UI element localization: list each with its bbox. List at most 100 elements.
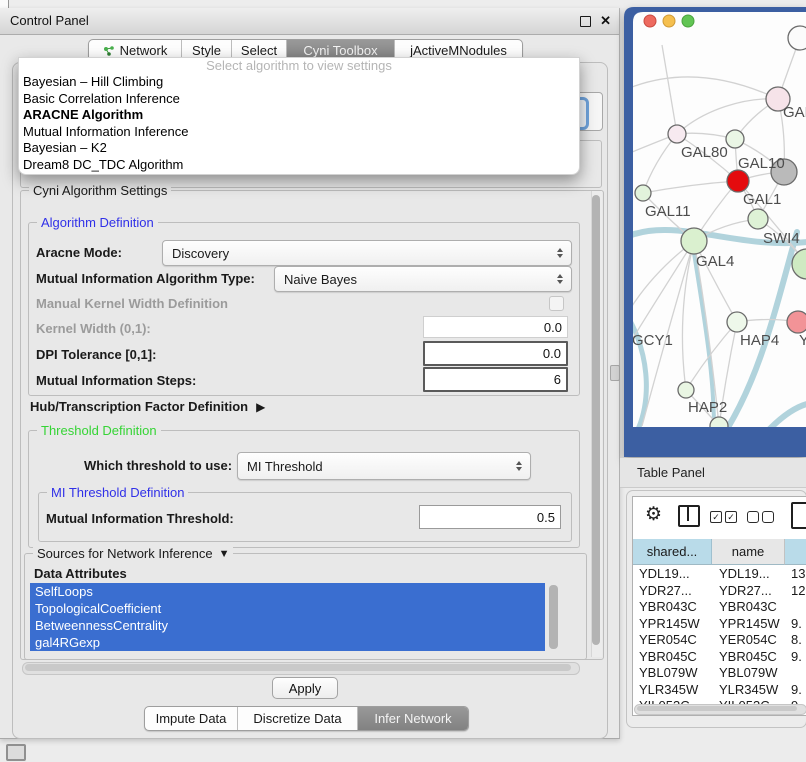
table-cell: YBR045C xyxy=(639,649,709,666)
table-body: YDL19... YDL19... 13 YDR27... YDR27... 1… xyxy=(633,566,806,704)
deselect-all-icon[interactable] xyxy=(747,511,759,523)
node[interactable] xyxy=(788,26,806,50)
table-hscrollbar-thumb[interactable] xyxy=(637,706,797,711)
select-all-icon[interactable]: ✓ xyxy=(710,511,722,523)
tab-label: Discretize Data xyxy=(253,711,341,726)
table-row[interactable]: YBR045C YBR045C 9. xyxy=(633,649,806,666)
table-container: ⚙ ✓ ✓ shared... name YDL19... YDL19... 1… xyxy=(632,496,806,716)
node[interactable] xyxy=(787,311,806,333)
control-panel-titlebar[interactable]: Control Panel ✕ xyxy=(0,8,619,35)
which-threshold-label: Which threshold to use: xyxy=(84,458,232,473)
node[interactable] xyxy=(748,209,768,229)
tab-discretize-data[interactable]: Discretize Data xyxy=(237,707,357,730)
table-row[interactable]: YBL079W YBL079W xyxy=(633,665,806,682)
node[interactable] xyxy=(678,382,694,398)
aracne-mode-select[interactable]: Discovery xyxy=(162,240,572,266)
close-traffic-light[interactable] xyxy=(644,15,656,27)
table-cell: 12 xyxy=(791,583,806,600)
aracne-mode-value: Discovery xyxy=(163,246,553,261)
which-threshold-select[interactable]: MI Threshold xyxy=(237,452,531,480)
table-row[interactable]: YDL19... YDL19... 13 xyxy=(633,566,806,583)
settings-hscrollbar-track[interactable] xyxy=(22,662,580,675)
splitter-handle[interactable] xyxy=(610,365,620,381)
attribute-list[interactable]: SelfLoops TopologicalCoefficient Between… xyxy=(30,583,545,651)
algorithm-option[interactable]: Dream8 DC_TDC Algorithm xyxy=(19,157,579,174)
zoom-traffic-light[interactable] xyxy=(682,15,694,27)
deselect-all-icon[interactable] xyxy=(762,511,774,523)
dpi-tolerance-field[interactable] xyxy=(423,341,568,366)
mi-type-value: Naive Bayes xyxy=(275,272,553,287)
table-row[interactable]: YLR345W YLR345W 9. xyxy=(633,682,806,699)
tab-label: jActiveMNodules xyxy=(410,43,507,58)
float-window-icon[interactable] xyxy=(580,16,591,27)
columns-icon-divider xyxy=(687,507,689,521)
node[interactable] xyxy=(726,130,744,148)
table-panel-titlebar: Table Panel xyxy=(620,458,806,488)
node-label: GAL xyxy=(783,104,806,121)
network-view-window[interactable]: GAL GAL80 GAL10 GAL1 GAL11 SWI4 GAL4 HAP… xyxy=(624,7,806,457)
table-row[interactable]: YDR27... YDR27... 12 xyxy=(633,583,806,600)
settings-hscrollbar-thumb[interactable] xyxy=(25,664,571,671)
columns-icon[interactable] xyxy=(678,505,700,527)
gear-icon[interactable]: ⚙ xyxy=(645,503,662,526)
table-cell: YLR345W xyxy=(639,682,709,699)
manual-kernel-checkbox[interactable] xyxy=(549,296,564,311)
hub-definition-toggle[interactable]: Hub/Transcription Factor Definition ▶ xyxy=(30,399,265,414)
minimized-panel-icon[interactable] xyxy=(6,744,26,761)
expanded-arrow-icon: ▼ xyxy=(219,548,230,560)
table-cell: YBL079W xyxy=(719,665,783,682)
table-cell: YPR145W xyxy=(719,616,783,633)
algorithm-option[interactable]: Bayesian – Hill Climbing xyxy=(19,74,579,91)
node[interactable] xyxy=(727,170,749,192)
algorithm-option-selected[interactable]: ARACNE Algorithm xyxy=(19,107,579,124)
network-icon xyxy=(103,45,115,57)
node-label: GAL1 xyxy=(743,191,781,208)
mi-threshold-field[interactable] xyxy=(419,505,561,529)
node[interactable] xyxy=(727,312,747,332)
node-label: GCY1 xyxy=(632,332,673,349)
new-table-icon[interactable] xyxy=(791,502,806,529)
node[interactable] xyxy=(681,228,707,254)
kernel-width-label: Kernel Width (0,1): xyxy=(36,321,151,336)
table-hscrollbar-track[interactable] xyxy=(634,704,806,715)
kernel-width-field[interactable] xyxy=(423,316,568,338)
column-header[interactable] xyxy=(785,539,806,565)
network-canvas[interactable]: GAL GAL80 GAL10 GAL1 GAL11 SWI4 GAL4 HAP… xyxy=(624,7,806,457)
tab-label: Cyni Toolbox xyxy=(303,43,377,58)
tab-impute-data[interactable]: Impute Data xyxy=(145,707,237,730)
column-header[interactable]: shared... xyxy=(633,539,712,565)
node[interactable] xyxy=(635,185,651,201)
attribute-item[interactable]: SelfLoops xyxy=(30,583,545,600)
hub-definition-label: Hub/Transcription Factor Definition xyxy=(30,399,248,414)
sources-toggle[interactable]: Sources for Network Inference ▼ xyxy=(33,546,233,561)
tab-label: Impute Data xyxy=(156,711,227,726)
table-cell: YBL079W xyxy=(639,665,709,682)
close-window-icon[interactable]: ✕ xyxy=(600,13,611,29)
mi-steps-field[interactable] xyxy=(423,367,568,392)
node[interactable] xyxy=(668,125,686,143)
apply-button[interactable]: Apply xyxy=(272,677,338,699)
algorithm-option[interactable]: Basic Correlation Inference xyxy=(19,91,579,108)
window-title: Control Panel xyxy=(10,8,89,34)
attribute-item[interactable]: BetweennessCentrality xyxy=(30,617,545,634)
table-row[interactable]: YER054C YER054C 8. xyxy=(633,632,806,649)
attribute-item[interactable]: gal4RGexp xyxy=(30,634,545,651)
table-row[interactable]: YPR145W YPR145W 9. xyxy=(633,616,806,633)
tab-label: Select xyxy=(241,43,277,58)
dpi-tolerance-label: DPI Tolerance [0,1]: xyxy=(36,347,156,362)
attribute-item[interactable]: TopologicalCoefficient xyxy=(30,600,545,617)
algorithm-option[interactable]: Bayesian – K2 xyxy=(19,140,579,157)
table-cell: 9. xyxy=(791,649,806,666)
minimize-traffic-light[interactable] xyxy=(663,15,675,27)
tab-infer-network[interactable]: Infer Network xyxy=(357,707,468,730)
tab-label: Network xyxy=(120,43,168,58)
table-cell: 8. xyxy=(791,632,806,649)
mi-type-select[interactable]: Naive Bayes xyxy=(274,266,572,292)
select-all-icon[interactable]: ✓ xyxy=(725,511,737,523)
column-header[interactable]: name xyxy=(712,539,785,565)
table-cell: YDR27... xyxy=(719,583,783,600)
settings-scrollbar-thumb[interactable] xyxy=(592,195,600,645)
algorithm-option[interactable]: Mutual Information Inference xyxy=(19,124,579,141)
attribute-list-scrollbar-thumb[interactable] xyxy=(549,585,558,649)
table-row[interactable]: YBR043C YBR043C xyxy=(633,599,806,616)
